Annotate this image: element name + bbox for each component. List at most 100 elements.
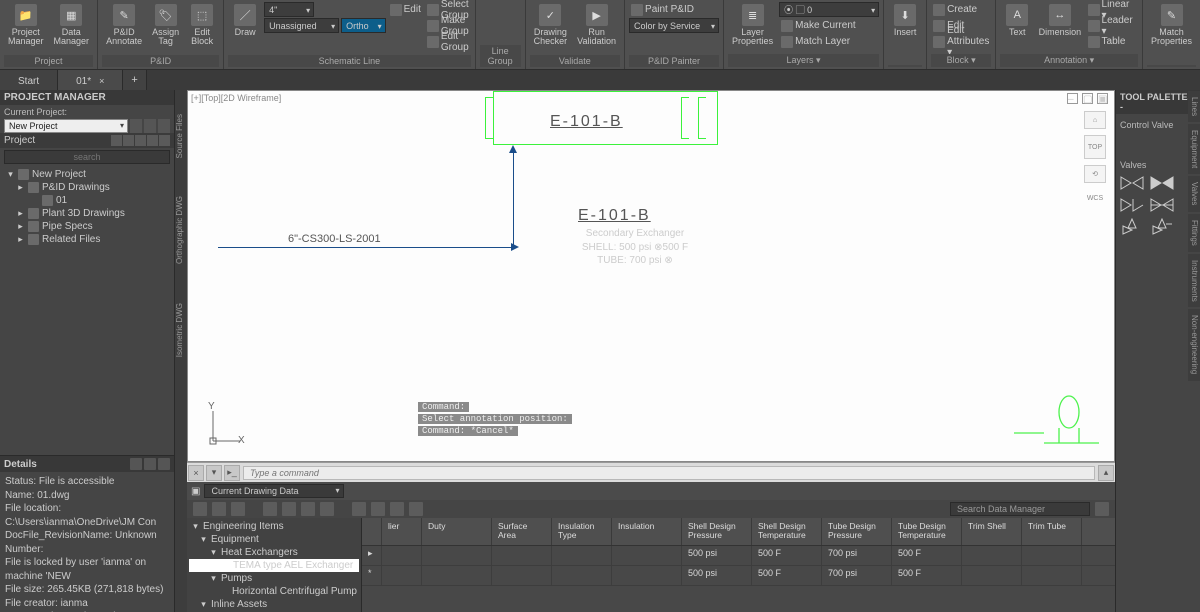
tab-01[interactable]: 01*× <box>58 70 123 90</box>
proj-tool-icon[interactable] <box>147 135 158 146</box>
orthographic-tab[interactable]: Orthographic DWG <box>175 192 187 268</box>
viewport-max-icon[interactable]: ▢ <box>1082 93 1093 104</box>
cmd-close-icon[interactable]: × <box>188 465 204 481</box>
viewport-min-icon[interactable]: – <box>1067 93 1078 104</box>
data-search-go-icon[interactable] <box>1095 502 1109 516</box>
project-manager-button[interactable]: 📁Project Manager <box>4 2 48 49</box>
proj-tool-icon[interactable] <box>135 135 146 146</box>
viewcube[interactable]: TOP <box>1084 135 1106 159</box>
proj-tool-icon[interactable] <box>159 135 170 146</box>
palette-tab-nonengineering[interactable]: Non-engineering <box>1188 309 1200 380</box>
data-tool-icon[interactable] <box>193 502 207 516</box>
draw-button[interactable]: ／Draw <box>228 2 262 39</box>
details-tool[interactable] <box>130 458 142 470</box>
wcs-label[interactable]: WCS <box>1084 189 1106 207</box>
leader-button[interactable]: Leader ▾ <box>1086 18 1138 33</box>
project-tool1[interactable] <box>130 119 142 133</box>
tree-node[interactable]: 01 <box>2 194 172 207</box>
palette-tab-fittings[interactable]: Fittings <box>1188 214 1200 252</box>
run-validation-button[interactable]: ▶Run Validation <box>573 2 620 49</box>
edit-attributes-button[interactable]: Edit Attributes ▾ <box>931 34 991 49</box>
data-tree-node[interactable]: ▾Engineering Items <box>189 520 359 533</box>
palette-tab-instruments[interactable]: Instruments <box>1188 254 1200 308</box>
valve-globe-icon[interactable] <box>1150 175 1174 191</box>
tree-node[interactable]: ▸Related Files <box>2 233 172 246</box>
nav-rotate-icon[interactable]: ⟲ <box>1084 165 1106 183</box>
edit-block-button[interactable]: ⬚Edit Block <box>185 2 219 49</box>
assign-tag-button[interactable]: 🏷Assign Tag <box>148 2 183 49</box>
data-tool-icon[interactable] <box>212 502 226 516</box>
data-tool-icon[interactable] <box>282 502 296 516</box>
data-tool-icon[interactable] <box>231 502 245 516</box>
palette-tab-valves[interactable]: Valves <box>1188 176 1200 211</box>
data-tree-node[interactable]: ▾Pumps <box>189 572 359 585</box>
column-header[interactable]: Insulation <box>612 518 682 545</box>
column-header[interactable]: Tube DesignTemperature <box>892 518 962 545</box>
column-header[interactable]: Shell DesignTemperature <box>752 518 822 545</box>
proj-tool-icon[interactable] <box>123 135 134 146</box>
column-header[interactable]: Trim Shell <box>962 518 1022 545</box>
palette-tab-equipment[interactable]: Equipment <box>1188 124 1200 174</box>
data-tool-icon[interactable] <box>320 502 334 516</box>
project-tool3[interactable] <box>158 119 170 133</box>
layer-properties-button[interactable]: ≣Layer Properties <box>728 2 777 49</box>
close-icon[interactable]: × <box>99 76 104 86</box>
paint-pid-button[interactable]: Paint P&ID <box>629 2 719 17</box>
palette-tab-lines[interactable]: Lines <box>1188 91 1200 122</box>
data-tree-node[interactable]: Horizontal Centrifugal Pump <box>189 585 359 598</box>
match-properties-button[interactable]: ✎Match Properties <box>1147 2 1196 49</box>
source-files-tab[interactable]: Source Files <box>175 110 187 162</box>
column-header[interactable] <box>362 518 382 545</box>
column-header[interactable]: InsulationType <box>552 518 612 545</box>
viewport-close-icon[interactable]: ▣ <box>1097 93 1108 104</box>
data-tool-icon[interactable] <box>263 502 277 516</box>
tree-node[interactable]: ▾New Project <box>2 168 172 181</box>
text-button[interactable]: AText <box>1000 2 1034 39</box>
nav-home-icon[interactable]: ⌂ <box>1084 111 1106 129</box>
data-tree-node[interactable]: TEMA type AEL Exchanger <box>189 559 359 572</box>
color-by-service-dropdown[interactable]: Color by Service <box>629 18 719 33</box>
create-block-button[interactable]: Create <box>931 2 991 17</box>
match-layer-button[interactable]: Match Layer <box>779 34 879 49</box>
drawing-canvas[interactable]: [+][Top][2D Wireframe] – ▢ ▣ E-101-B 6"-… <box>187 90 1115 462</box>
project-search-input[interactable] <box>4 150 170 164</box>
tab-start[interactable]: Start <box>0 70 58 90</box>
tree-node[interactable]: ▸P&ID Drawings <box>2 181 172 194</box>
layer-dropdown[interactable]: ⦿ ▢ 0 <box>779 2 879 17</box>
edit-group-button[interactable]: Edit Group <box>425 34 471 49</box>
valve-check-icon[interactable] <box>1120 197 1144 213</box>
proj-tool-icon[interactable] <box>111 135 122 146</box>
isometric-tab[interactable]: Isometric DWG <box>175 299 187 361</box>
dimension-button[interactable]: ↔Dimension <box>1036 2 1083 39</box>
table-row[interactable]: *500 psi500 F700 psi500 F <box>362 566 1115 586</box>
valve-angle-icon[interactable] <box>1120 219 1144 235</box>
size-dropdown[interactable]: 4" <box>264 2 314 17</box>
make-current-button[interactable]: Make Current <box>779 18 858 33</box>
tree-node[interactable]: ▸Pipe Specs <box>2 220 172 233</box>
data-tool-icon[interactable] <box>352 502 366 516</box>
data-source-dropdown[interactable]: Current Drawing Data <box>204 484 344 498</box>
data-tool-icon[interactable] <box>301 502 315 516</box>
command-input[interactable] <box>243 466 1095 480</box>
table-row[interactable]: ▸500 psi500 F700 psi500 F <box>362 546 1115 566</box>
edit-button[interactable]: Edit <box>388 2 423 17</box>
cmd-prompt-icon[interactable]: ▸_ <box>224 465 240 481</box>
pipeline-vertical[interactable] <box>513 147 514 247</box>
data-tree-node[interactable]: ▾Heat Exchangers <box>189 546 359 559</box>
column-header[interactable]: Shell DesignPressure <box>682 518 752 545</box>
table-button[interactable]: Table <box>1086 34 1138 49</box>
project-tool2[interactable] <box>144 119 156 133</box>
data-manager-button[interactable]: ▦Data Manager <box>50 2 94 49</box>
ortho-dropdown[interactable]: Ortho <box>341 18 386 33</box>
column-header[interactable]: lier <box>382 518 422 545</box>
viewport-label[interactable]: [+][Top][2D Wireframe] <box>191 93 281 103</box>
details-tool[interactable] <box>158 458 170 470</box>
column-header[interactable]: Duty <box>422 518 492 545</box>
column-header[interactable]: SurfaceArea <box>492 518 552 545</box>
cmd-expand-icon[interactable]: ▾ <box>206 465 222 481</box>
drawing-checker-button[interactable]: ✓Drawing Checker <box>530 2 572 49</box>
data-tool-icon[interactable] <box>390 502 404 516</box>
details-tool[interactable] <box>144 458 156 470</box>
current-project-select[interactable]: New Project <box>4 119 128 133</box>
data-search-input[interactable]: Search Data Manager <box>950 502 1090 516</box>
